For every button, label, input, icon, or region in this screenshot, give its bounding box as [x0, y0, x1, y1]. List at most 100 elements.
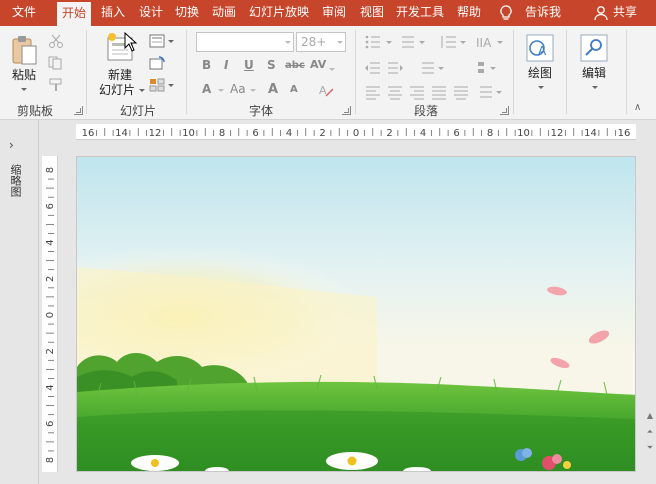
hruler-tick-label: 6 [252, 128, 258, 139]
collapse-ribbon-icon[interactable]: ∧ [634, 102, 641, 113]
alignment-icons [364, 84, 504, 103]
paste-button[interactable]: 粘贴 [6, 68, 42, 83]
hruler-tick-label: 8 [487, 128, 493, 139]
group-divider [513, 30, 514, 114]
copy-icon[interactable] [48, 56, 64, 70]
italic-button[interactable]: I [224, 58, 228, 72]
drawing-button[interactable]: 绘图 [520, 66, 560, 81]
strikethrough-button[interactable]: abc [285, 60, 305, 71]
next-slide-icon[interactable]: ⏷ [646, 444, 654, 452]
font-color-button[interactable]: A [202, 82, 211, 96]
hruler-tick-label: 10 [182, 128, 195, 139]
shrink-font-button[interactable]: A [290, 84, 298, 95]
section-icon[interactable] [149, 78, 165, 92]
person-icon[interactable] [592, 4, 610, 22]
reset-slide-icon[interactable] [149, 56, 165, 70]
char-spacing-dropdown-caret[interactable] [329, 68, 335, 71]
vruler-tick-label: 6 [45, 421, 56, 427]
hruler-tick-label: 12 [149, 128, 162, 139]
hruler-tick-label: 16 [82, 128, 95, 139]
hruler-tick-label: 14 [584, 128, 597, 139]
grow-font-button[interactable]: A [268, 82, 278, 97]
scroll-up-arrow-icon[interactable]: ▲ [646, 412, 654, 420]
vertical-ruler: 8 6 4 2 0 2 4 6 8 [42, 156, 58, 472]
char-spacing-button[interactable]: AV [310, 58, 326, 71]
vruler-tick-label: 4 [45, 384, 56, 390]
tab-slideshow[interactable]: 幻灯片放映 [246, 0, 312, 26]
cut-icon[interactable] [48, 34, 64, 48]
editing-dropdown-caret[interactable] [592, 86, 598, 89]
svg-text:IIA: IIA [476, 36, 492, 50]
group-divider [626, 30, 627, 114]
mouse-cursor-icon [124, 31, 138, 55]
ribbon-tab-bar: 文件 开始 插入 设计 切换 动画 幻灯片放映 审阅 视图 开发工具 帮助 告诉… [0, 0, 656, 26]
lightbulb-icon[interactable] [497, 4, 515, 22]
layout-icon[interactable] [149, 34, 165, 48]
font-launcher-icon[interactable] [342, 106, 351, 115]
bold-button[interactable]: B [202, 58, 211, 72]
thumbnail-pane: › 缩略图 [0, 120, 39, 484]
hruler-tick-label: 14 [115, 128, 128, 139]
font-size-dropdown-caret[interactable] [337, 41, 343, 44]
new-slide-dropdown-caret[interactable] [139, 89, 145, 92]
tab-design[interactable]: 设计 [134, 0, 168, 26]
horizontal-ruler: 16 14 12 10 8 6 4 2 0 2 4 6 8 10 12 14 16 [76, 124, 636, 140]
paragraph-icons-row1: IIA [364, 34, 504, 53]
font-color-dropdown-caret[interactable] [218, 89, 224, 92]
drawing-icon[interactable]: A [526, 34, 554, 65]
hruler-tick-label: 8 [219, 128, 225, 139]
font-name-field[interactable] [196, 32, 294, 52]
group-divider [355, 30, 356, 114]
paste-icon[interactable] [10, 34, 38, 69]
vertical-scrollbar[interactable]: ▲ ⏶ ⏷ [644, 156, 656, 472]
vruler-tick-label: 2 [45, 276, 56, 282]
hruler-tick-label: 6 [453, 128, 459, 139]
section-dropdown-caret[interactable] [168, 84, 174, 87]
hruler-tick-label: 16 [618, 128, 631, 139]
underline-button[interactable]: U [244, 58, 254, 72]
editing-button[interactable]: 编辑 [574, 66, 614, 81]
thumbnail-pane-label: 缩略图 [9, 164, 22, 197]
tab-transitions[interactable]: 切换 [170, 0, 204, 26]
share-button[interactable]: 共享 [610, 0, 640, 26]
tab-insert[interactable]: 插入 [96, 0, 130, 26]
vruler-tick-label: 0 [45, 312, 56, 318]
tab-review[interactable]: 审阅 [317, 0, 351, 26]
tell-me-input[interactable]: 告诉我 [520, 0, 566, 26]
tab-animations[interactable]: 动画 [207, 0, 241, 26]
ribbon: 粘贴 剪贴板 新建 幻灯片 幻灯片 28+ B I U S abc AV A A… [0, 26, 656, 120]
slide-canvas[interactable] [76, 156, 636, 472]
vruler-tick-label: 2 [45, 348, 56, 354]
font-group-label: 字体 [248, 104, 273, 118]
group-divider [186, 30, 187, 114]
change-case-button[interactable]: Aa [230, 82, 246, 96]
previous-slide-icon[interactable]: ⏶ [646, 428, 654, 436]
clipboard-launcher-icon[interactable] [74, 106, 83, 115]
tab-developer[interactable]: 开发工具 [392, 0, 448, 26]
vruler-tick-label: 8 [45, 167, 56, 173]
hruler-tick-label: 2 [319, 128, 325, 139]
svg-text:A: A [538, 44, 547, 58]
font-name-dropdown-caret[interactable] [285, 41, 291, 44]
clipboard-group-label: 剪贴板 [16, 104, 53, 118]
find-icon[interactable] [580, 34, 608, 65]
tab-home[interactable]: 开始 [57, 2, 91, 26]
tab-help[interactable]: 帮助 [452, 0, 486, 26]
hruler-tick-label: 2 [386, 128, 392, 139]
shadow-button[interactable]: S [267, 58, 276, 72]
vruler-tick-label: 6 [45, 203, 56, 209]
paste-dropdown-caret[interactable] [21, 88, 27, 91]
tab-file[interactable]: 文件 [4, 0, 44, 26]
paragraph-launcher-icon[interactable] [500, 106, 509, 115]
clear-formatting-icon[interactable]: A [318, 83, 334, 97]
drawing-dropdown-caret[interactable] [538, 86, 544, 89]
tab-view[interactable]: 视图 [355, 0, 389, 26]
new-slide-line2[interactable]: 幻灯片 [96, 83, 138, 98]
hruler-tick-label: 12 [551, 128, 564, 139]
change-case-dropdown-caret[interactable] [250, 89, 256, 92]
new-slide-line1[interactable]: 新建 [98, 68, 142, 83]
format-painter-icon[interactable] [48, 78, 64, 92]
expand-pane-icon[interactable]: › [9, 138, 14, 152]
layout-dropdown-caret[interactable] [168, 40, 174, 43]
hruler-tick-label: 10 [517, 128, 530, 139]
